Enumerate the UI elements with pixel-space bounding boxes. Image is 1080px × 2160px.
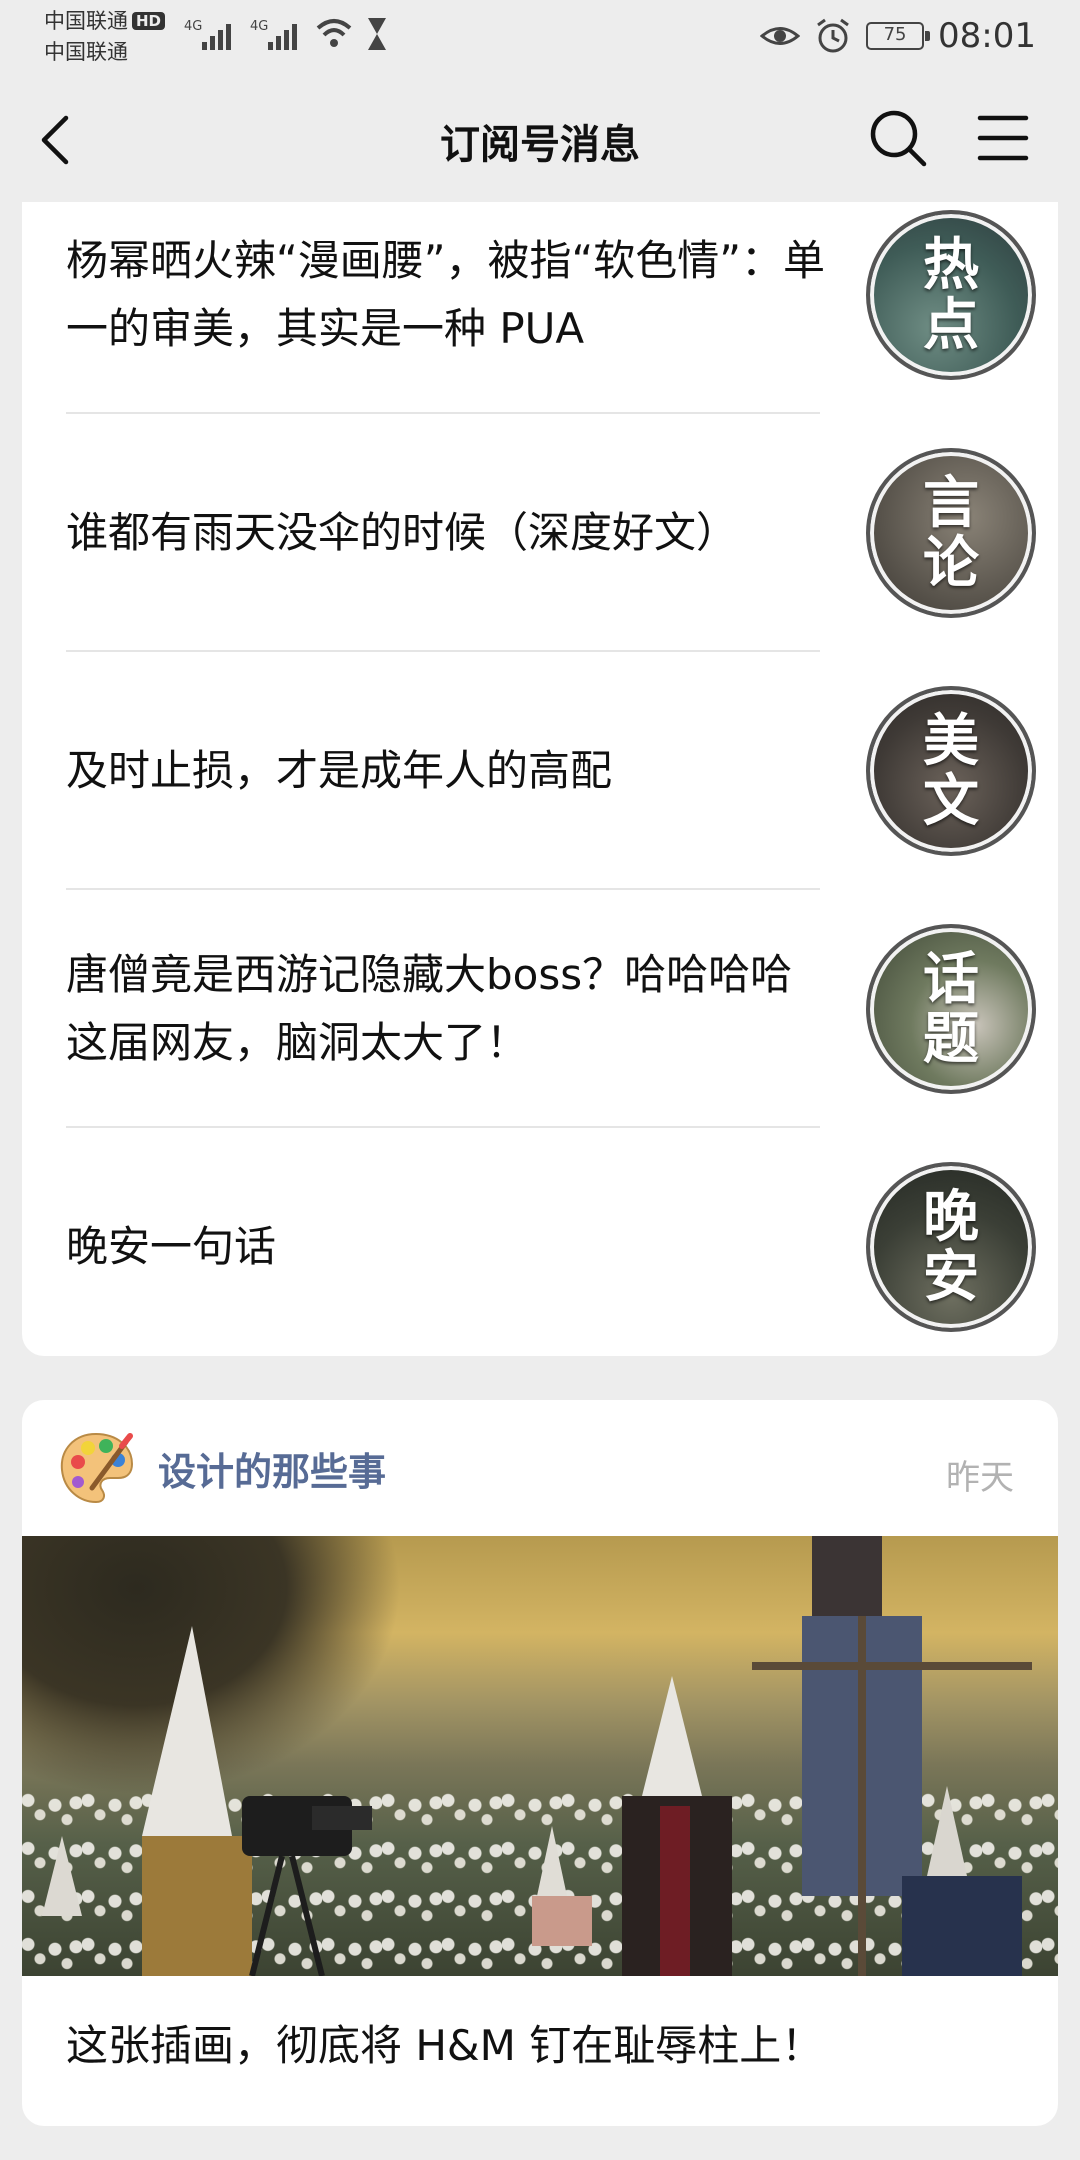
post-time: 昨天 [946, 1458, 1014, 1498]
article-list-card: 杨幂晒火辣“漫画腰”，被指“软色情”：单一的审美，其实是一种 PUA 热 点 谁… [22, 202, 1058, 1356]
list-item[interactable]: 及时止损，才是成年人的高配 美 文 [66, 652, 1036, 890]
account-header[interactable]: 设计的那些事 [56, 1426, 386, 1510]
article-thumbnail: 晚 安 [866, 1162, 1036, 1332]
palette-icon [60, 1432, 134, 1504]
menu-icon[interactable] [976, 112, 1030, 164]
status-right: 75 08:01 [760, 14, 1036, 58]
post-title: 这张插画，彻底将 H&M 钉在耻辱柱上！ [66, 2021, 824, 2070]
list-item[interactable]: 唐僧竟是西游记隐藏大boss？哈哈哈哈这届网友，脑洞太大了！ 话 题 [66, 890, 1036, 1128]
signal-icon: 4G [184, 19, 231, 50]
svg-text:4G: 4G [184, 19, 202, 34]
article-title: 及时止损，才是成年人的高配 [66, 746, 613, 795]
alarm-icon [817, 18, 849, 53]
carrier-1: 中国联通 [44, 9, 128, 33]
account-name: 设计的那些事 [158, 1449, 387, 1494]
svg-text:4G: 4G [250, 19, 268, 34]
article-thumbnail: 言 论 [866, 448, 1036, 618]
status-bar: 中国联通 HD 中国联通 4G 4G 75 08:01 [0, 0, 1080, 76]
article-title: 谁都有雨天没伞的时候（深度好文） [66, 508, 739, 557]
article-title: 晚安一句话 [66, 1222, 277, 1271]
article-title: 唐僧竟是西游记隐藏大boss？哈哈哈哈这届网友，脑洞太大了！ [66, 950, 793, 1067]
hd-badge: HD [132, 12, 166, 30]
wifi-icon [316, 19, 352, 47]
search-icon[interactable] [868, 108, 928, 168]
illustration-figures [42, 1536, 1032, 1976]
article-title: 杨幂晒火辣“漫画腰”，被指“软色情”：单一的审美，其实是一种 PUA [66, 236, 826, 353]
list-item[interactable]: 杨幂晒火辣“漫画腰”，被指“软色情”：单一的审美，其实是一种 PUA 热 点 [66, 202, 1036, 414]
article-thumbnail: 美 文 [866, 686, 1036, 856]
cover-image[interactable] [22, 1536, 1058, 1976]
eye-icon [760, 27, 801, 45]
clock: 08:01 [938, 16, 1036, 56]
list-item[interactable]: 晚安一句话 晚 安 [66, 1128, 1036, 1356]
battery-indicator: 75 [866, 22, 931, 50]
signal-icon-2: 4G [250, 19, 297, 50]
article-thumbnail: 热 点 [866, 210, 1036, 380]
account-post-card[interactable]: 设计的那些事 昨天 这张插画，彻底将 H&M 钉在耻辱柱上！ [22, 1400, 1058, 2126]
article-thumbnail: 话 题 [866, 924, 1036, 1094]
hourglass-icon [368, 18, 386, 50]
list-item[interactable]: 谁都有雨天没伞的时候（深度好文） 言 论 [66, 414, 1036, 652]
nav-bar: 订阅号消息 [0, 76, 1080, 202]
carrier-2: 中国联通 [44, 40, 128, 64]
carrier-info: 中国联通 HD 中国联通 [44, 6, 166, 68]
